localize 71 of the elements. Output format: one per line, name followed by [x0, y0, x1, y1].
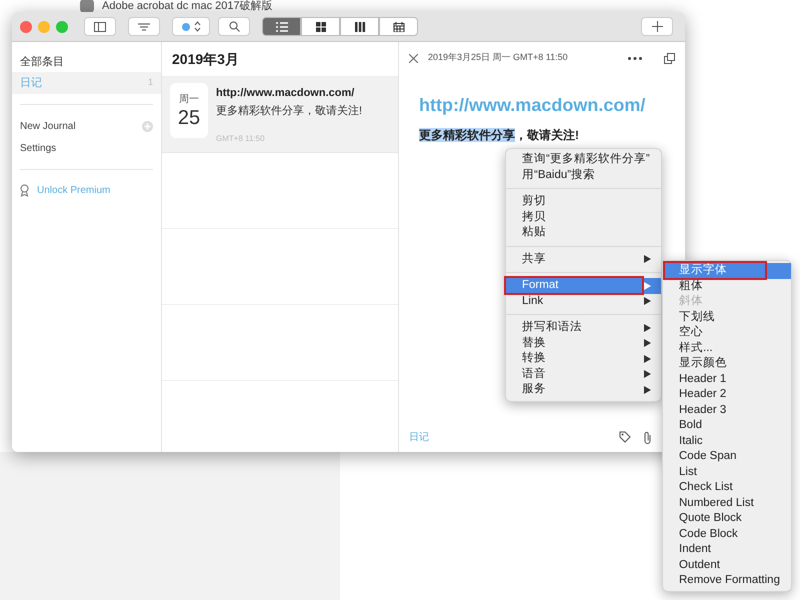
menu-item[interactable]: 转换 — [506, 351, 661, 366]
entry-preview: 更多精彩软件分享，敬请关注! — [216, 104, 362, 118]
menu-item[interactable]: 查询“更多精彩软件分享” — [506, 152, 661, 168]
menu-item[interactable]: Outdent — [663, 558, 791, 573]
more-icon[interactable] — [628, 56, 642, 60]
new-journal-link[interactable]: New Journal — [20, 118, 76, 134]
menu-item[interactable]: Header 3 — [663, 402, 791, 418]
view-mode-tab[interactable] — [340, 17, 379, 36]
search-button[interactable] — [218, 17, 250, 36]
menu-item[interactable]: Italic — [663, 434, 791, 449]
calendar-icon — [392, 22, 404, 32]
menu-item[interactable]: 拼写和语法 — [506, 320, 661, 336]
menu-item[interactable]: 语音 — [506, 366, 661, 382]
menu-item[interactable]: 共享 — [506, 252, 661, 267]
menu-item[interactable]: 显示颜色 — [663, 356, 791, 372]
menu-item[interactable]: 用“Baidu”搜索 — [506, 168, 661, 183]
menu-item[interactable]: Code Span — [663, 449, 791, 464]
filter-button[interactable] — [128, 17, 160, 36]
menu-item[interactable]: Format — [506, 278, 661, 294]
columns-icon — [354, 22, 366, 32]
weekday-text: 周一 — [179, 93, 199, 107]
tag-icon[interactable] — [619, 431, 631, 443]
menu-item[interactable]: 服务 — [506, 382, 661, 398]
menu-item[interactable]: 样式... — [663, 340, 791, 356]
search-icon — [228, 21, 240, 32]
list-icon — [276, 22, 288, 32]
settings-link[interactable]: Settings — [20, 140, 56, 156]
menu-item[interactable]: Bold — [663, 418, 791, 434]
journal-name: 日记 — [20, 76, 42, 91]
sidebar-toggle-button[interactable] — [84, 17, 116, 36]
menu-item[interactable]: 下划线 — [663, 310, 791, 325]
paperclip-icon[interactable] — [643, 430, 653, 444]
sidebar-icon — [94, 22, 106, 32]
menu-item[interactable]: 空心 — [663, 325, 791, 340]
menu-item[interactable]: Code Block — [663, 526, 791, 542]
day-number: 25 — [178, 107, 200, 129]
menu-item[interactable]: 显示字体 — [663, 263, 791, 278]
entry-title: http://www.macdown.com/ — [216, 86, 356, 101]
ribbon-icon — [20, 184, 29, 196]
view-mode-tab[interactable] — [379, 17, 418, 36]
menu-item[interactable]: Header 1 — [663, 372, 791, 387]
body-text: ，敬请关注! — [515, 128, 579, 142]
menu-item[interactable]: 粘贴 — [506, 225, 661, 240]
sidebar-heading: 全部条目 — [19, 54, 65, 70]
document-icon — [80, 0, 94, 13]
heading-text: http://www.macdown.com/ — [419, 94, 646, 117]
selected-text: 更多精彩软件分享 — [419, 128, 515, 142]
menu-item[interactable]: Header 2 — [663, 387, 791, 402]
add-button[interactable] — [641, 17, 673, 36]
filter-icon — [138, 22, 150, 30]
menu-item[interactable]: 粗体 — [663, 278, 791, 294]
menu-item[interactable]: Link — [506, 294, 661, 309]
background-title: Adobe acrobat dc mac 2017破解版 — [102, 0, 273, 12]
close-icon[interactable] — [409, 54, 418, 62]
grid-icon — [314, 22, 326, 32]
menu-item[interactable]: 拷贝 — [506, 210, 661, 225]
menu-item[interactable]: 剪切 — [506, 194, 661, 210]
menu-item[interactable]: 替换 — [506, 336, 661, 351]
stepper-icon — [194, 21, 200, 32]
menu-item[interactable]: Indent — [663, 542, 791, 558]
color-swatch-icon — [182, 22, 190, 30]
entry-date: 2019年3月25日 周一 GMT+8 11:50 — [428, 51, 568, 64]
view-mode-tab[interactable] — [301, 17, 340, 36]
copy-icon[interactable] — [664, 52, 675, 64]
plus-icon — [652, 21, 662, 32]
menu-item[interactable]: Remove Formatting — [663, 573, 791, 588]
menu-item[interactable]: Check List — [663, 480, 791, 496]
menu-item[interactable]: List — [663, 464, 791, 480]
color-picker-button[interactable] — [172, 17, 210, 36]
menu-item[interactable]: Quote Block — [663, 511, 791, 526]
menu-item[interactable]: Numbered List — [663, 496, 791, 511]
